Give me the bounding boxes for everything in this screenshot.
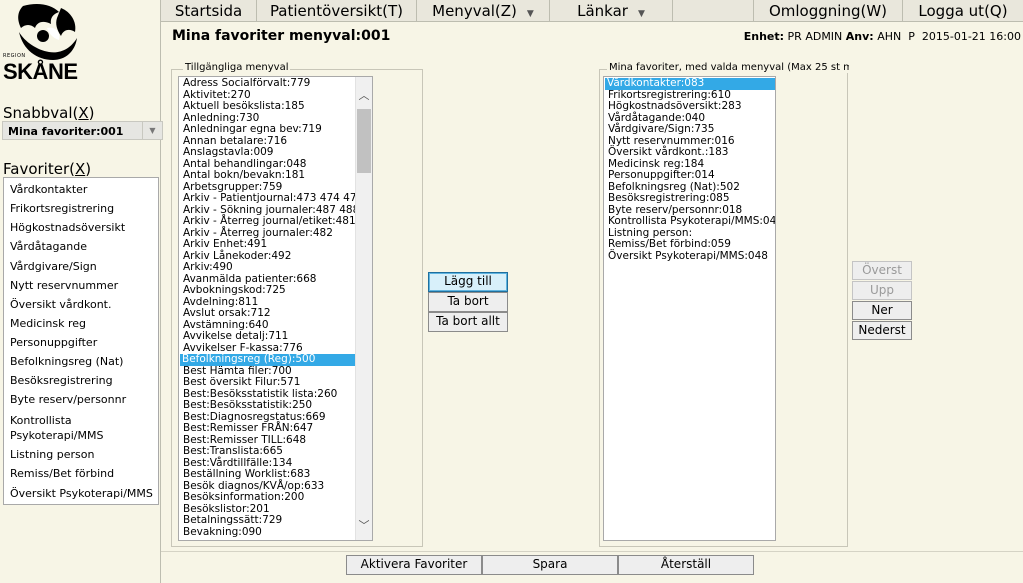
nav-patientoversikt[interactable]: Patientöversikt(T) [257,0,417,22]
chosen-item[interactable]: Remiss/Bet förbind:059 [606,238,733,251]
move-bottom-button[interactable]: Nederst [852,321,912,340]
nav-logga-ut[interactable]: Logga ut(Q) [903,0,1023,22]
move-top-button[interactable]: Överst [852,261,912,280]
favorite-item[interactable]: Psykoterapi/MMS [10,429,103,442]
scroll-up-icon[interactable]: ︿ [356,87,372,104]
favorite-item[interactable]: Vårdkontakter [10,183,87,196]
available-item[interactable]: Anslagstavla:009 [181,146,276,159]
chosen-listbox[interactable]: Vårdkontakter:083 Frikortsregistrering:6… [603,76,776,541]
chosen-item[interactable]: Högkostnadsöversikt:283 [606,100,744,113]
nav-startsida[interactable]: Startsida [161,0,257,22]
region-skane-logo: REGION SKÅNE [3,2,91,84]
available-item[interactable]: Anledningar egna bev:719 [181,123,324,136]
scroll-down-icon[interactable]: ﹀ [356,517,372,534]
scroll-thumb[interactable] [357,109,371,173]
remove-button[interactable]: Ta bort [428,292,508,312]
snabbval-selected-value: Mina favoriter:001 [8,125,124,138]
favorite-item[interactable]: Byte reserv/personnr [10,393,126,406]
chevron-down-icon: ▼ [526,9,534,19]
chosen-item[interactable]: Översikt vårdkont.:183 [606,146,730,159]
logo-skane-text: SKÅNE [3,59,78,84]
available-listbox[interactable]: Adress Socialförvalt:779 Aktivitet:270 A… [178,76,373,541]
snabbval-heading: Snabbval(X) [3,104,95,122]
available-item[interactable]: Adress Socialförvalt:779 [181,77,312,90]
nav-menyval[interactable]: Menyval(Z) ▼ [417,0,550,22]
available-item[interactable]: Avslut orsak:712 [181,307,273,320]
favorite-item[interactable]: Vårdgivare/Sign [10,260,97,273]
available-item[interactable]: Bevakning:090 [181,526,264,539]
header-info: Enhet: PR ADMIN Anv: AHN P 2015-01-21 16… [744,30,1021,43]
enhet-label: Enhet: [743,30,785,43]
snabbval-select[interactable]: Mina favoriter:001 ▼ [2,121,163,140]
available-item[interactable]: Arkiv Enhet:491 [181,238,269,251]
available-item-selected[interactable]: Befolkningsreg (Reg):500 [180,353,355,366]
move-up-button[interactable]: Upp [852,281,912,300]
anv-value: AHN [877,30,902,43]
favorite-item[interactable]: Medicinsk reg [10,317,86,330]
available-item[interactable]: Avbokningskod:725 [181,284,288,297]
favorite-item[interactable]: Frikortsregistrering [10,202,114,215]
available-item[interactable]: Antal bokn/bevakn:181 [181,169,307,182]
nav-lankar[interactable]: Länkar ▼ [550,0,673,22]
available-label: Tillgängliga menyval [183,62,291,73]
remove-all-button[interactable]: Ta bort allt [428,312,508,332]
nav-omloggning[interactable]: Omloggning(W) [753,0,903,22]
sidebar: REGION SKÅNE Snabbval(X) Mina favoriter:… [0,0,163,583]
available-item[interactable]: Avvikelse detalj:711 [181,330,290,343]
chosen-item[interactable]: Besöksregistrering:085 [606,192,732,205]
available-item[interactable]: Aktuell besökslista:185 [181,100,307,113]
chosen-item-selected[interactable]: Vårdkontakter:083 [605,77,775,90]
chosen-label: Mina favoriter, med valda menyval (Max 2… [607,62,849,73]
add-button[interactable]: Lägg till [428,272,508,292]
favorites-list: Vårdkontakter Frikortsregistrering Högko… [3,177,159,505]
available-item[interactable]: Arkiv:490 [181,261,235,274]
favorite-item[interactable]: Nytt reservnummer [10,279,118,292]
favorite-item[interactable]: Vårdåtagande [10,240,87,253]
favorite-item[interactable]: Översikt Psykoterapi/MMS [10,487,153,500]
favorite-item[interactable]: Personuppgifter [10,336,97,349]
favorite-item[interactable]: Kontrollista [10,414,72,427]
available-item[interactable]: Best:Besöksstatistik:250 [181,399,314,412]
page-title: Mina favoriter menyval:001 [172,28,391,44]
favorite-item[interactable]: Översikt vårdkont. [10,298,111,311]
favoriter-heading: Favoriter(X) [3,160,92,178]
chevron-down-icon[interactable]: ▼ [142,122,162,139]
favorite-item[interactable]: Listning person [10,448,94,461]
available-item[interactable]: Arkiv - Återreg journal/etiket:481 [181,215,358,228]
activate-favorites-button[interactable]: Aktivera Favoriter [346,555,482,575]
favorite-item[interactable]: Besöksregistrering [10,374,113,387]
available-item[interactable]: Betalningssätt:729 [181,514,284,527]
chosen-item[interactable]: Personuppgifter:014 [606,169,717,182]
save-button[interactable]: Spara [482,555,618,575]
available-item[interactable]: Beställning Worklist:683 [181,468,312,481]
move-down-button[interactable]: Ner [852,301,912,320]
header-extra: P [908,30,915,43]
available-item[interactable]: Best:Remisser FRÅN:647 [181,422,315,435]
chosen-item[interactable]: Kontrollista Psykoterapi/MMS:048 [606,215,775,228]
available-scrollbar[interactable]: ︿ ﹀ [355,77,372,540]
available-item[interactable]: Besöksinformation:200 [181,491,306,504]
enhet-value: PR ADMIN [787,30,843,43]
reset-button[interactable]: Återställ [618,555,754,575]
favorite-item[interactable]: Remiss/Bet förbind [10,467,114,480]
chosen-item[interactable]: Översikt Psykoterapi/MMS:048 [606,250,770,263]
available-item[interactable]: Best:Translista:665 [181,445,285,458]
anv-label: Anv: [845,30,874,43]
chosen-item[interactable]: Vårdgivare/Sign:735 [606,123,716,136]
available-item[interactable]: Best översikt Filur:571 [181,376,302,389]
top-navigation: Startsida Patientöversikt(T) Menyval(Z) ▼… [161,0,1023,22]
favorite-item[interactable]: Högkostnadsöversikt [10,221,125,234]
chevron-down-icon: ▼ [637,9,645,19]
header-date: 2015-01-21 16:00 [921,30,1021,43]
favorite-item[interactable]: Befolkningsreg (Nat) [10,355,123,368]
available-item[interactable]: Arkiv - Patientjournal:473 474 475 476 [181,192,372,205]
